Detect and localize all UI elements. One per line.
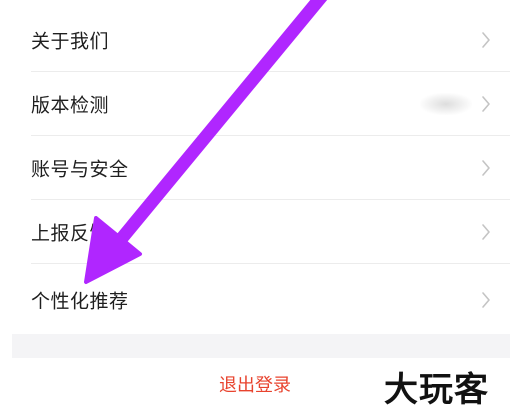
settings-item-personalized-recommendation[interactable]: 个性化推荐: [0, 268, 510, 332]
divider: [31, 263, 510, 264]
chevron-right-icon: [482, 96, 490, 112]
section-gap: [12, 334, 510, 358]
chevron-right-icon: [482, 160, 490, 176]
settings-item-label: 关于我们: [31, 30, 110, 53]
settings-item-about-us[interactable]: 关于我们: [0, 8, 510, 72]
settings-item-label: 账号与安全: [31, 158, 129, 181]
settings-item-label: 上报反馈: [31, 222, 110, 245]
settings-list: 关于我们 版本检测 账号与安全 上报反馈 个性化推荐: [0, 0, 510, 334]
watermark-logo: 大玩客: [384, 370, 489, 410]
chevron-right-icon: [482, 32, 490, 48]
settings-item-version-check[interactable]: 版本检测: [0, 72, 510, 136]
settings-item-account-security[interactable]: 账号与安全: [0, 136, 510, 200]
chevron-right-icon: [482, 224, 490, 240]
chevron-right-icon: [482, 292, 490, 308]
version-value-blurred: [420, 93, 472, 115]
settings-item-report-feedback[interactable]: 上报反馈: [0, 200, 510, 264]
settings-item-label: 版本检测: [31, 94, 110, 117]
settings-item-label: 个性化推荐: [31, 290, 129, 313]
